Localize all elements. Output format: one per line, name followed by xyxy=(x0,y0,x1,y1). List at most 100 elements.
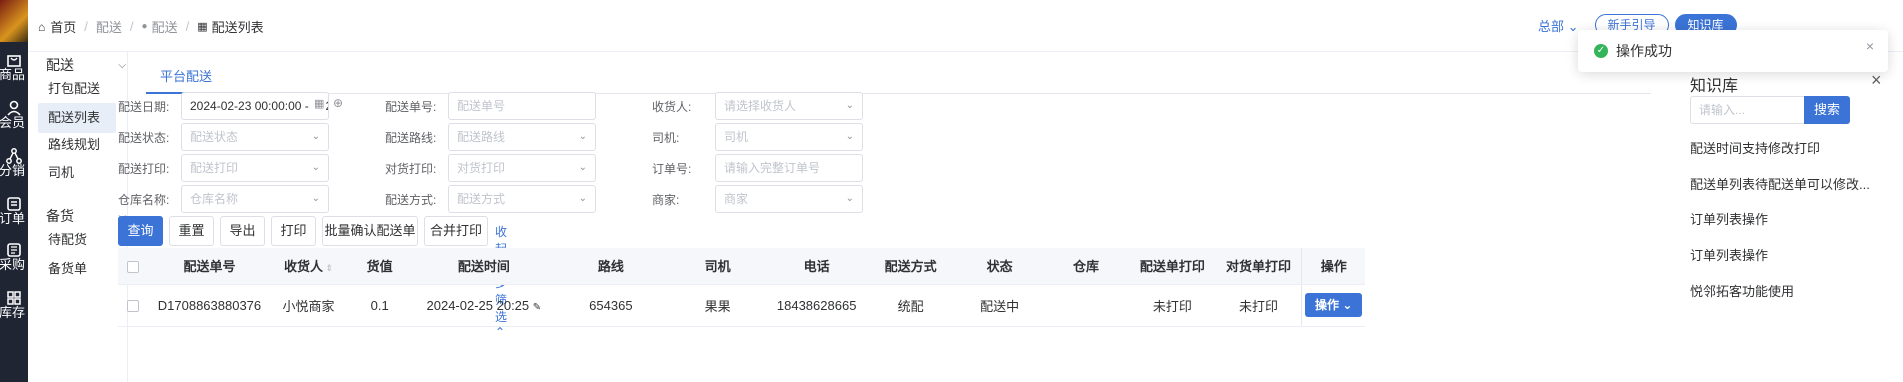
merchant-select[interactable]: 商家 ⌄ xyxy=(715,185,863,213)
cell-driver: 果果 xyxy=(666,284,769,327)
edit-icon[interactable]: ✎ xyxy=(533,302,541,313)
col-header: 操作 xyxy=(1301,248,1365,285)
order-icon xyxy=(7,197,21,211)
pin-icon: ● xyxy=(141,21,148,32)
cell-method: 统配 xyxy=(864,284,957,327)
rail-item-distribution[interactable]: 分销 xyxy=(0,148,28,178)
submenu-item-route-plan[interactable]: 路线规划 xyxy=(38,130,116,160)
member-icon xyxy=(7,100,21,116)
rail-item-goods[interactable]: 商品 xyxy=(0,52,28,82)
kb-title: 知识库 xyxy=(1690,78,1739,95)
submenu-item-pack[interactable]: 打包配送 xyxy=(38,74,116,104)
status-select[interactable]: 配送状态 ⌄ xyxy=(181,123,329,151)
submenu-group-stocking[interactable]: 备货 ⌵ xyxy=(46,206,126,226)
kb-article-link[interactable]: 配送单列表待配送单可以修改... xyxy=(1690,174,1870,193)
export-button[interactable]: 导出 xyxy=(220,216,265,246)
chevron-down-icon: ⌄ xyxy=(845,193,854,204)
kb-article-link[interactable]: 悦邻拓客功能使用 xyxy=(1690,281,1794,300)
add-circle-icon[interactable]: ⊕ xyxy=(333,96,343,110)
route-select[interactable]: 配送路线 ⌄ xyxy=(448,123,596,151)
cell-operation: 操作 ⌄ xyxy=(1301,284,1365,327)
check-print-select[interactable]: 对货打印 ⌄ xyxy=(448,154,596,182)
kb-search-input[interactable]: 请输入... xyxy=(1690,96,1804,124)
col-header: 配送单打印 xyxy=(1129,248,1216,285)
receiver-label: 收货人: xyxy=(652,100,692,114)
app-nav-rail: 商品 会员 分销 订单 采购 库存 xyxy=(0,0,28,382)
warehouse-label: 仓库名称: xyxy=(118,193,170,207)
submenu-item-delivery-list[interactable]: 配送列表 xyxy=(38,103,116,133)
cell-route: 654365 xyxy=(554,284,667,327)
submenu-group-delivery[interactable]: 配送 ⌵ xyxy=(46,55,126,75)
merge-print-button[interactable]: 合并打印 xyxy=(424,216,488,246)
breadcrumb-separator: / xyxy=(84,19,88,34)
rail-label: 商品 xyxy=(0,67,25,82)
rail-label: 分销 xyxy=(0,163,25,178)
col-header: 货值 xyxy=(346,248,413,285)
select-all-checkbox[interactable] xyxy=(118,248,149,285)
rail-item-orders[interactable]: 订单 xyxy=(0,196,28,226)
check-print-label: 对货打印: xyxy=(385,162,437,176)
close-icon[interactable]: × xyxy=(1866,38,1874,54)
kb-article-link[interactable]: 订单列表操作 xyxy=(1690,209,1768,228)
route-label: 配送路线: xyxy=(385,131,437,145)
col-header: 配送时间 xyxy=(412,248,555,285)
query-button[interactable]: 查询 xyxy=(118,216,163,246)
breadcrumb-delivery[interactable]: 配送 xyxy=(96,17,122,36)
col-header: 仓库 xyxy=(1042,248,1130,285)
sub-menu: 配送 ⌵ 打包配送 配送列表 路线规划 司机 备货 ⌵ 待配货 备货单 xyxy=(28,42,128,382)
kb-search-button[interactable]: 搜索 xyxy=(1804,96,1850,124)
col-header: 司机 xyxy=(666,248,769,285)
delivery-no-input[interactable]: 配送单号 xyxy=(448,92,596,120)
calendar-icon: ▦ xyxy=(312,97,327,110)
share-icon xyxy=(6,148,22,164)
status-label: 配送状态: xyxy=(118,131,170,145)
chevron-down-icon: ⌄ xyxy=(578,193,587,204)
success-toast: ✓ 操作成功 × xyxy=(1578,30,1888,72)
driver-label: 司机: xyxy=(652,131,680,145)
submenu-item-stock-list[interactable]: 备货单 xyxy=(38,254,116,284)
breadcrumb-current: 配送列表 xyxy=(211,20,264,35)
date-range-picker[interactable]: 2024-02-23 00:00:00 - 2024-02-25 23:59:5… xyxy=(181,92,329,120)
breadcrumb-home[interactable]: 首页 xyxy=(50,17,76,36)
order-no-input[interactable]: 请输入完整订单号 xyxy=(715,154,863,182)
reset-button[interactable]: 重置 xyxy=(169,216,214,246)
rail-item-stock[interactable]: 库存 xyxy=(0,290,28,320)
operation-dropdown-button[interactable]: 操作 ⌄ xyxy=(1304,293,1363,317)
tab-platform-delivery[interactable]: 平台配送 xyxy=(146,64,227,94)
cell-phone: 18438628665 xyxy=(768,284,865,327)
submenu-item-to-pick[interactable]: 待配货 xyxy=(38,225,116,255)
chevron-down-icon: ⌄ xyxy=(578,131,587,142)
receiver-select[interactable]: 请选择收货人 ⌄ xyxy=(715,92,863,120)
merchant-label: 商家: xyxy=(652,193,680,207)
warehouse-select[interactable]: 仓库名称 ⌄ xyxy=(181,185,329,213)
delivery-no-link[interactable]: D1708863880376 xyxy=(148,284,271,327)
hq-switch[interactable]: 总部 ⌄ xyxy=(1538,16,1579,35)
method-select[interactable]: 配送方式 ⌄ xyxy=(448,185,596,213)
print-button[interactable]: 打印 xyxy=(271,216,316,246)
rail-item-purchase[interactable]: 采购 xyxy=(0,242,28,272)
cell-receiver: 小悦商家 xyxy=(270,284,347,327)
submenu-item-driver[interactable]: 司机 xyxy=(38,158,116,188)
chevron-down-icon: ⌄ xyxy=(845,100,854,111)
rail-item-members[interactable]: 会员 xyxy=(0,100,28,130)
chevron-down-icon: ⌄ xyxy=(311,162,320,173)
kb-article-link[interactable]: 配送时间支持修改打印 xyxy=(1690,138,1820,157)
knowledge-panel: 知识库 × 请输入... 搜索 配送时间支持修改打印 配送单列表待配送单可以修改… xyxy=(1668,52,1903,382)
cell-time: 2024-02-25 20:25 ✎ xyxy=(412,284,555,327)
kb-article-link[interactable]: 订单列表操作 xyxy=(1690,245,1768,264)
driver-select[interactable]: 司机 ⌄ xyxy=(715,123,863,151)
row-checkbox[interactable] xyxy=(118,284,149,327)
col-header: 路线 xyxy=(554,248,667,285)
close-icon[interactable]: × xyxy=(1871,70,1882,91)
cell-value: 0.1 xyxy=(346,284,413,327)
method-label: 配送方式: xyxy=(385,193,437,207)
print-status-select[interactable]: 配送打印 ⌄ xyxy=(181,154,329,182)
breadcrumb-delivery-sub[interactable]: 配送 xyxy=(152,17,178,36)
col-header-sortable[interactable]: 收货人 ⇕ xyxy=(270,248,347,285)
sort-icon[interactable]: ⇕ xyxy=(323,263,334,273)
delivery-no-label: 配送单号: xyxy=(385,100,437,114)
batch-confirm-button[interactable]: 批量确认配送单 xyxy=(322,216,418,246)
table-row: D1708863880376 小悦商家 0.1 2024-02-25 20:25… xyxy=(118,284,1365,327)
col-header: 对货单打印 xyxy=(1215,248,1302,285)
toast-message: 操作成功 xyxy=(1616,43,1672,59)
